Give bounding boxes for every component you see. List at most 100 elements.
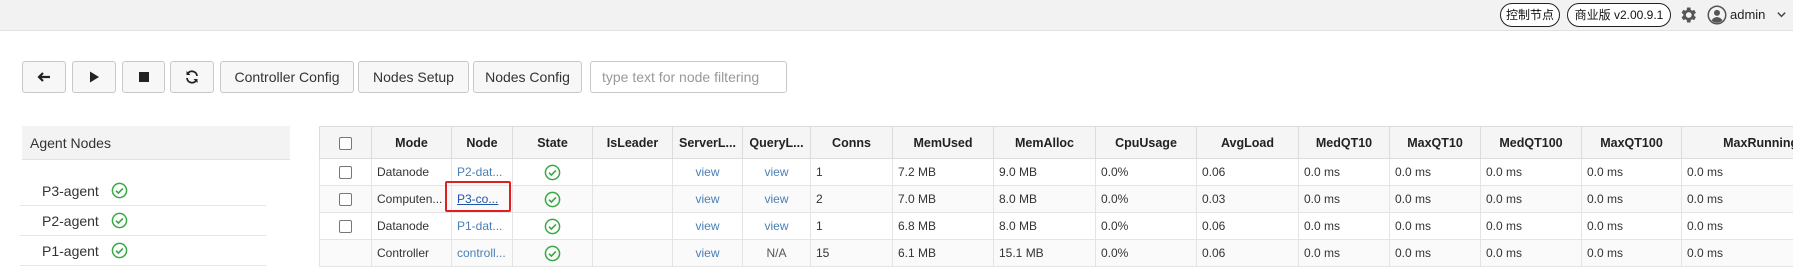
server-log-view-link[interactable]: view xyxy=(672,185,743,213)
cell-mode: Computen... xyxy=(371,185,452,213)
agent-item-p3[interactable]: P3-agent xyxy=(20,176,266,206)
cell-conns: 1 xyxy=(810,212,893,240)
column-header-avgload[interactable]: AvgLoad xyxy=(1196,126,1299,159)
column-header-maxqt10[interactable]: MaxQT10 xyxy=(1389,126,1481,159)
column-header-maxrunningq[interactable]: MaxRunningQ xyxy=(1681,126,1793,159)
cell-avgload: 0.03 xyxy=(1196,185,1299,213)
table-row[interactable]: Datanode P2-dat... view view 1 7.2 MB 9.… xyxy=(319,158,1793,186)
cell-maxqt10: 0.0 ms xyxy=(1389,239,1481,267)
cell-memused: 6.8 MB xyxy=(892,212,994,240)
row-select-cell[interactable] xyxy=(319,158,372,186)
cell-avgload: 0.06 xyxy=(1196,239,1299,267)
agent-nodes-panel: Agent Nodes xyxy=(22,126,290,160)
cell-maxrunningq: 0.0 ms xyxy=(1681,158,1793,186)
cell-mode: Controller xyxy=(371,239,452,267)
query-log-view-link[interactable]: view xyxy=(742,212,811,240)
gear-icon[interactable] xyxy=(1678,5,1698,25)
row-checkbox[interactable] xyxy=(339,166,352,180)
node-filter-input[interactable] xyxy=(590,61,787,93)
server-log-view-link[interactable]: view xyxy=(672,158,743,186)
cell-conns: 2 xyxy=(810,185,893,213)
agent-item-label: P3-agent xyxy=(42,182,99,199)
cell-medqt10: 0.0 ms xyxy=(1298,212,1390,240)
check-circle-icon xyxy=(544,218,561,234)
control-node-button[interactable]: 控制节点 xyxy=(1500,3,1560,27)
refresh-icon xyxy=(186,70,198,84)
controller-config-button[interactable]: Controller Config xyxy=(220,61,354,93)
cell-isleader xyxy=(592,239,673,267)
cell-state xyxy=(512,239,593,267)
column-header-querylog[interactable]: QueryL... xyxy=(742,126,811,159)
cell-state xyxy=(512,185,593,213)
table-row[interactable]: Computen... P3-co... view view 2 7.0 MB … xyxy=(319,185,1793,213)
cell-memalloc: 15.1 MB xyxy=(993,239,1096,267)
cell-maxrunningq: 0.0 ms xyxy=(1681,212,1793,240)
cell-node-link[interactable]: P3-co... xyxy=(451,185,513,213)
cell-medqt100: 0.0 ms xyxy=(1480,239,1582,267)
cell-maxrunningq: 0.0 ms xyxy=(1681,185,1793,213)
cell-memused: 7.0 MB xyxy=(892,185,994,213)
cell-cpuusage: 0.0% xyxy=(1095,158,1197,186)
arrow-left-icon xyxy=(37,72,50,82)
cell-cpuusage: 0.0% xyxy=(1095,185,1197,213)
check-circle-icon xyxy=(111,182,128,199)
agent-item-label: P2-agent xyxy=(42,212,99,229)
start-button[interactable] xyxy=(72,61,116,93)
check-circle-icon xyxy=(544,191,561,207)
cell-maxqt100: 0.0 ms xyxy=(1581,212,1682,240)
agent-item-p2[interactable]: P2-agent xyxy=(20,206,266,236)
column-header-memalloc[interactable]: MemAlloc xyxy=(993,126,1096,159)
row-select-cell[interactable] xyxy=(319,212,372,240)
version-badge[interactable]: 商业版 v2.00.9.1 xyxy=(1567,3,1671,27)
cell-maxrunningq: 0.0 ms xyxy=(1681,239,1793,267)
server-log-view-link[interactable]: view xyxy=(672,212,743,240)
select-all-column[interactable] xyxy=(319,126,372,159)
check-circle-icon xyxy=(111,242,128,259)
column-header-medqt100[interactable]: MedQT100 xyxy=(1480,126,1582,159)
cell-mode: Datanode xyxy=(371,158,452,186)
back-button[interactable] xyxy=(22,61,66,93)
nodes-config-button[interactable]: Nodes Config xyxy=(473,61,582,93)
column-header-node[interactable]: Node xyxy=(451,126,513,159)
nodes-setup-button[interactable]: Nodes Setup xyxy=(358,61,469,93)
column-header-conns[interactable]: Conns xyxy=(810,126,893,159)
column-header-maxqt100[interactable]: MaxQT100 xyxy=(1581,126,1682,159)
table-row[interactable]: Controller controll... view N/A 15 6.1 M… xyxy=(319,239,1793,267)
agent-item-label: P1-agent xyxy=(42,242,99,259)
cell-maxqt100: 0.0 ms xyxy=(1581,158,1682,186)
server-log-view-link[interactable]: view xyxy=(672,239,743,267)
cell-mode: Datanode xyxy=(371,212,452,240)
query-log-view-link[interactable]: view xyxy=(742,158,811,186)
row-checkbox[interactable] xyxy=(339,220,352,234)
row-select-cell[interactable] xyxy=(319,185,372,213)
user-name[interactable]: admin xyxy=(1730,7,1765,22)
chevron-down-icon[interactable] xyxy=(1776,9,1787,20)
column-header-isleader[interactable]: IsLeader xyxy=(592,126,673,159)
node-link-text[interactable]: P3-co... xyxy=(457,192,498,206)
cell-node-link[interactable]: controll... xyxy=(451,239,513,267)
column-header-serverlog[interactable]: ServerL... xyxy=(672,126,743,159)
column-header-cpuusage[interactable]: CpuUsage xyxy=(1095,126,1197,159)
query-log-na: N/A xyxy=(742,239,811,267)
cell-maxqt10: 0.0 ms xyxy=(1389,212,1481,240)
select-all-checkbox[interactable] xyxy=(339,136,352,150)
table-row[interactable]: Datanode P1-dat... view view 1 6.8 MB 8.… xyxy=(319,212,1793,240)
user-avatar-icon[interactable] xyxy=(1707,5,1727,25)
column-header-medqt10[interactable]: MedQT10 xyxy=(1298,126,1390,159)
cell-node-link[interactable]: P1-dat... xyxy=(451,212,513,240)
cell-conns: 1 xyxy=(810,158,893,186)
row-checkbox[interactable] xyxy=(339,193,352,207)
cell-node-link[interactable]: P2-dat... xyxy=(451,158,513,186)
query-log-view-link[interactable]: view xyxy=(742,185,811,213)
column-header-state[interactable]: State xyxy=(512,126,593,159)
cell-isleader xyxy=(592,212,673,240)
cell-maxqt100: 0.0 ms xyxy=(1581,239,1682,267)
column-header-memused[interactable]: MemUsed xyxy=(892,126,994,159)
cell-isleader xyxy=(592,185,673,213)
cell-state xyxy=(512,212,593,240)
cell-memalloc: 9.0 MB xyxy=(993,158,1096,186)
column-header-mode[interactable]: Mode xyxy=(371,126,452,159)
agent-item-p1[interactable]: P1-agent xyxy=(20,236,266,266)
stop-button[interactable] xyxy=(122,61,165,93)
refresh-button[interactable] xyxy=(170,61,214,93)
